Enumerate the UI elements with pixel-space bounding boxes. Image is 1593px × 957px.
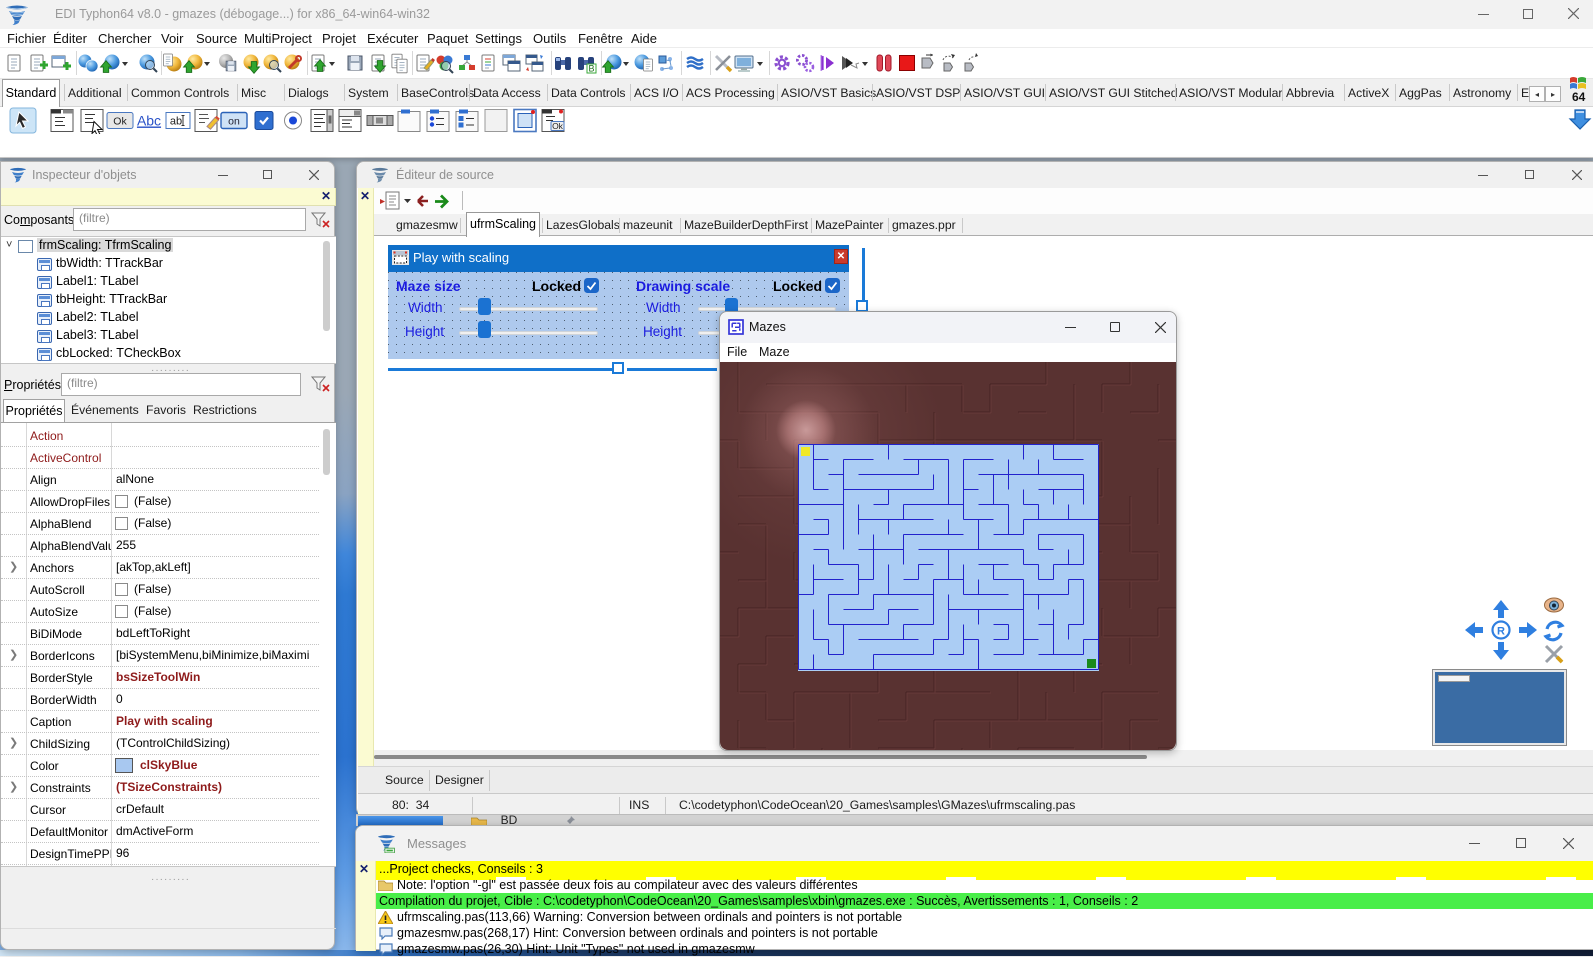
svg-text:on: on: [228, 116, 240, 128]
svg-text:R: R: [1497, 626, 1505, 638]
svg-text:ab: ab: [170, 116, 182, 128]
svg-text:Ok: Ok: [552, 121, 564, 131]
svg-text:Ok: Ok: [113, 116, 127, 128]
svg-text:B: B: [588, 64, 594, 74]
svg-text:Abc: Abc: [137, 113, 161, 129]
